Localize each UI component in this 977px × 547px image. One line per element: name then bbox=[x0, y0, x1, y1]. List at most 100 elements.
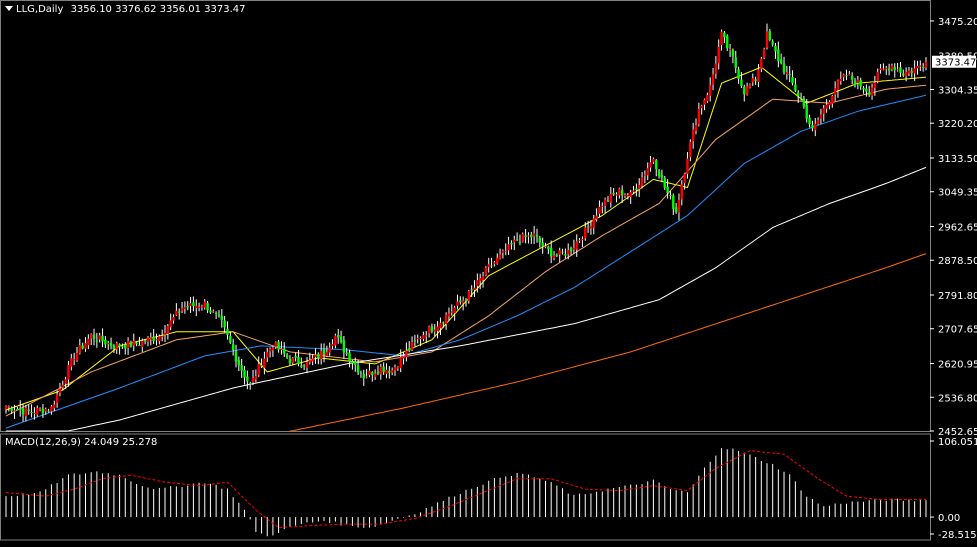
candle-body bbox=[237, 359, 241, 366]
candle-body bbox=[592, 218, 595, 228]
macd-values: 24.049 25.278 bbox=[84, 437, 158, 448]
candle-body bbox=[717, 46, 720, 64]
candle-body bbox=[547, 246, 550, 250]
candle-body bbox=[640, 177, 644, 186]
candle-body bbox=[887, 68, 891, 71]
candle-body bbox=[788, 73, 791, 76]
candle-body bbox=[308, 360, 312, 363]
candle-body bbox=[794, 84, 797, 91]
candle-body bbox=[115, 343, 118, 350]
candle-body bbox=[274, 342, 277, 347]
candle-body bbox=[104, 339, 107, 345]
candle-body bbox=[856, 79, 860, 84]
candle-body bbox=[859, 80, 862, 87]
candle-body bbox=[842, 74, 845, 78]
candle-body bbox=[169, 320, 172, 327]
candle-body bbox=[87, 338, 90, 346]
candle-body bbox=[626, 195, 630, 197]
candle-body bbox=[328, 347, 331, 353]
candle-body bbox=[711, 74, 715, 85]
symbol-header[interactable]: LLG,Daily 3356.10 3376.62 3356.01 3373.4… bbox=[5, 4, 246, 15]
candle-body bbox=[791, 77, 794, 84]
price-tick-label: 2878.50 bbox=[938, 256, 977, 267]
candle-body bbox=[467, 290, 471, 302]
candle-body bbox=[811, 125, 814, 129]
candle-body bbox=[302, 365, 306, 367]
candle-body bbox=[907, 70, 911, 74]
candle-body bbox=[38, 408, 42, 410]
candle-body bbox=[680, 184, 684, 200]
candle-body bbox=[913, 68, 916, 74]
candle-body bbox=[697, 108, 701, 125]
candle-body bbox=[98, 335, 101, 340]
chart-window[interactable]: 3475.20 3304.35 3220.20 3133.50 3049.35 2962.… bbox=[0, 0, 977, 543]
candle-body bbox=[285, 354, 289, 358]
candle-body bbox=[413, 340, 417, 342]
candle-body bbox=[720, 31, 723, 46]
candle-body bbox=[708, 85, 712, 97]
candle-body bbox=[620, 189, 624, 196]
candle-body bbox=[192, 302, 195, 307]
candle-body bbox=[439, 322, 442, 329]
candle-body bbox=[206, 303, 209, 311]
candle-body bbox=[782, 63, 786, 73]
candle-body bbox=[760, 58, 763, 69]
candle-body bbox=[175, 310, 178, 316]
candle-body bbox=[280, 348, 283, 350]
candle-body bbox=[865, 88, 868, 92]
macd-tick-label: 106.051 bbox=[938, 437, 977, 448]
candle-body bbox=[836, 80, 840, 90]
candle-body bbox=[839, 78, 843, 82]
candle-body bbox=[567, 250, 570, 255]
candle-body bbox=[345, 352, 348, 354]
candle-body bbox=[112, 345, 116, 349]
candle-body bbox=[771, 41, 774, 45]
candle-body bbox=[833, 88, 837, 95]
candle-body bbox=[72, 359, 76, 361]
macd-label: MACD(12,26,9) bbox=[5, 437, 81, 448]
candle-body bbox=[814, 123, 817, 131]
candle-body bbox=[283, 348, 286, 354]
candle-body bbox=[470, 289, 473, 291]
candle-body bbox=[504, 251, 507, 253]
candle-body bbox=[390, 370, 394, 373]
candle-body bbox=[689, 141, 692, 158]
candle-body bbox=[916, 65, 919, 69]
price-panel-border bbox=[0, 0, 931, 432]
candle-body bbox=[442, 322, 445, 324]
candle-body bbox=[507, 244, 510, 251]
candle-body bbox=[751, 78, 754, 83]
ma-slow-line bbox=[5, 94, 927, 429]
candle-body bbox=[896, 69, 899, 71]
candle-body bbox=[473, 287, 476, 290]
candle-body bbox=[700, 105, 703, 109]
candle-body bbox=[850, 75, 854, 80]
dropdown-triangle-icon[interactable] bbox=[5, 6, 13, 11]
candle-body bbox=[13, 410, 16, 412]
candle-body bbox=[757, 69, 760, 82]
chart-canvas[interactable]: 3475.20 3304.35 3220.20 3133.50 3049.35 2962.… bbox=[0, 0, 977, 543]
candle-body bbox=[581, 239, 584, 241]
candle-body bbox=[848, 73, 851, 75]
candle-body bbox=[487, 264, 490, 268]
candle-body bbox=[544, 246, 547, 248]
ohlc-values: 3356.10 3376.62 3356.01 3373.47 bbox=[70, 4, 246, 15]
candle-body bbox=[291, 357, 294, 363]
candle-body bbox=[70, 358, 73, 367]
candle-body bbox=[385, 369, 388, 374]
candle-body bbox=[172, 316, 175, 321]
candle-body bbox=[297, 357, 300, 364]
candle-body bbox=[663, 177, 666, 188]
candle-body bbox=[257, 363, 260, 376]
candle-body bbox=[535, 235, 539, 237]
candle-body bbox=[266, 352, 269, 358]
candle-body bbox=[33, 412, 36, 414]
candle-body bbox=[459, 300, 462, 303]
candle-body bbox=[419, 337, 422, 340]
candle-body bbox=[248, 383, 252, 385]
candle-body bbox=[623, 194, 627, 197]
candle-body bbox=[646, 168, 649, 176]
candle-body bbox=[254, 375, 258, 380]
candle-body bbox=[314, 354, 317, 358]
candle-body bbox=[601, 205, 604, 207]
